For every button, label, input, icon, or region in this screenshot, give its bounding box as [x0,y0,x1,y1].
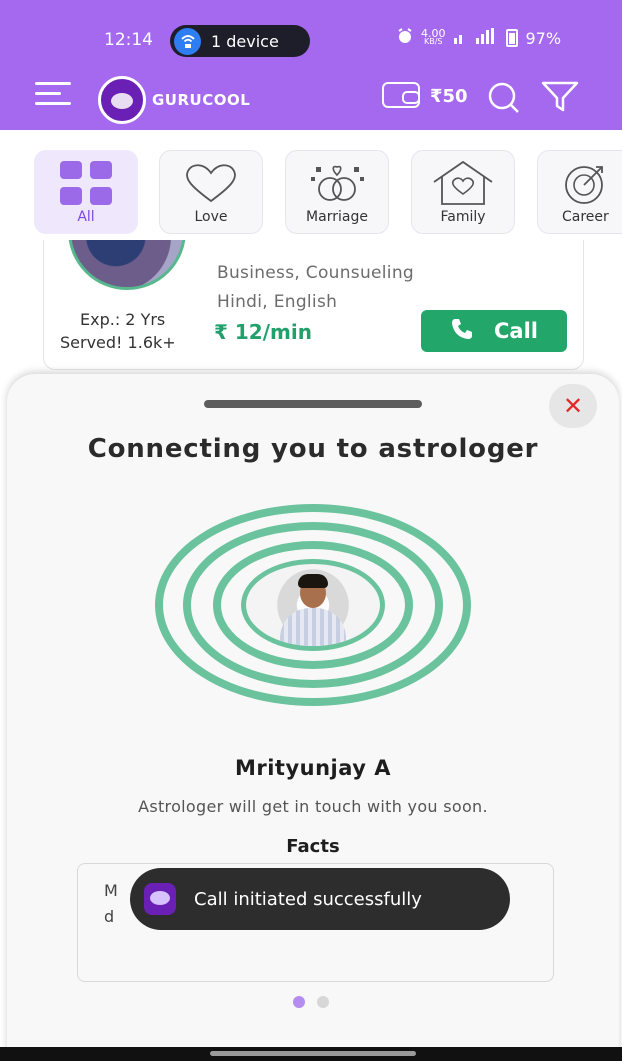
carousel-indicator [293,996,329,1008]
home-gesture-bar[interactable] [210,1051,416,1056]
category-career[interactable]: Career [537,150,622,234]
astrologer-languages: Hindi, English [217,292,338,312]
filter-icon[interactable] [540,80,580,114]
call-button-label: Call [494,319,538,343]
app-bar: GURUCOOL ₹50 [0,68,622,130]
astrologer-name: Mrityunjay A [234,756,392,780]
category-all[interactable]: All [34,150,138,234]
category-family[interactable]: Family [411,150,515,234]
category-label: All [77,209,95,225]
astrologer-served: Served! 1.6k+ [60,333,176,352]
category-love[interactable]: Love [159,150,263,234]
category-label: Family [440,209,486,225]
search-icon[interactable] [486,80,520,114]
astrologer-skills: Business, Counsueling [217,263,414,283]
house-icon [412,159,514,207]
hotspot-label: 1 device [211,31,279,51]
alarm-icon [397,28,413,48]
astrologer-avatar [68,240,186,290]
hotspot-pill[interactable]: 1 device [170,25,310,57]
signal-icon [453,28,498,48]
astrologer-photo [241,559,385,651]
career-icon [538,159,622,207]
carousel-dot[interactable] [317,996,329,1008]
logo-mark-icon [98,76,146,124]
category-marriage[interactable]: Marriage [285,150,389,234]
category-label: Career [562,209,609,225]
astrologer-price: ₹ 12/min [214,320,312,344]
battery-level: 97% [525,28,562,48]
wallet-icon[interactable] [382,82,420,108]
net-speed-unit: KB/S [423,37,443,46]
sheet-drag-handle[interactable] [204,400,422,408]
sheet-title: Connecting you to astrologer [87,434,539,464]
category-bar: All Love Marriage Family Career [0,148,622,238]
brand-logo[interactable]: GURUCOOL [98,76,250,124]
connecting-sheet: ✕ Connecting you to astrologer Mrityunja… [7,374,619,1061]
rings-icon [286,159,388,207]
astrologer-experience: Exp.: 2 Yrs [80,310,166,329]
toast-message: Call initiated successfully [194,888,422,910]
brand-name: GURUCOOL [152,91,251,109]
status-time: 12:14 [104,30,153,50]
carousel-dot-active[interactable] [293,996,305,1008]
category-label: Marriage [306,209,368,225]
toast-notification: Call initiated successfully [130,868,510,930]
close-icon[interactable]: ✕ [549,384,597,428]
heart-icon [160,159,262,207]
hotspot-icon [174,27,201,55]
facts-heading: Facts [286,836,340,857]
system-nav-bar [0,1047,622,1061]
grid-icon [60,161,112,205]
menu-icon[interactable] [35,82,71,110]
connecting-subtitle: Astrologer will get in touch with you so… [138,797,488,816]
net-speed: 4.00 KB/S [421,28,446,46]
connecting-animation [155,504,475,708]
category-label: Love [194,209,228,225]
phone-icon [450,317,474,346]
app-icon [144,883,176,915]
battery-icon [505,29,518,47]
call-button[interactable]: Call [421,310,567,352]
wallet-balance[interactable]: ₹50 [430,86,468,107]
status-bar: 12:14 1 device 4.00 KB/S 97% [0,0,622,68]
status-indicators: 4.00 KB/S 97% [397,28,561,48]
astrologer-card[interactable]: Business, Counsueling Hindi, English Exp… [43,240,584,370]
